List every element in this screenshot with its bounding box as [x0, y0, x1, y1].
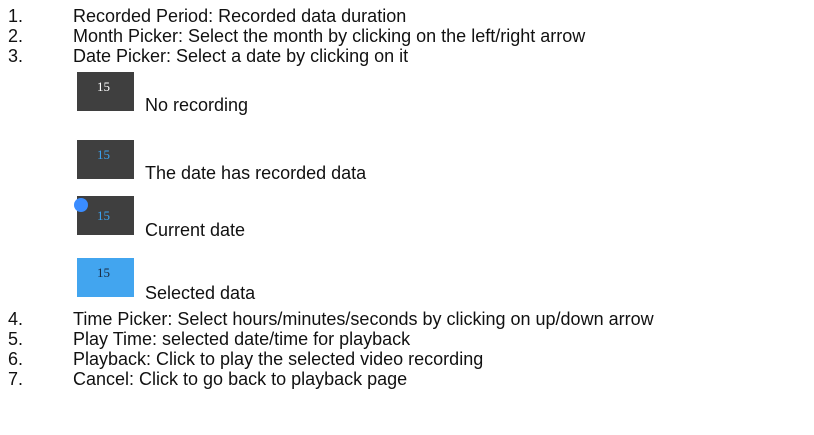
legend-label-selected: Selected data	[145, 283, 256, 303]
list-number: 2.	[8, 26, 24, 46]
list-item-date-picker: Date Picker: Select a date by clicking o…	[73, 46, 409, 66]
list-number: 7.	[8, 369, 24, 389]
list-number: 3.	[8, 46, 24, 66]
legend-label-no-recording: No recording	[145, 95, 249, 115]
date-tile-has-recording: 15	[77, 140, 134, 179]
tile-date-number: 15	[97, 265, 110, 280]
list-item-recorded-period: Recorded Period: Recorded data duration	[73, 6, 407, 26]
date-tile-selected: 15	[77, 258, 134, 297]
list-item-play-time: Play Time: selected date/time for playba…	[73, 329, 411, 349]
list-item-time-picker: Time Picker: Select hours/minutes/second…	[73, 309, 654, 329]
legend-label-has-recording: The date has recorded data	[145, 163, 367, 183]
list-number: 6.	[8, 349, 24, 369]
list-item-month-picker: Month Picker: Select the month by clicki…	[73, 26, 586, 46]
current-date-dot-icon	[74, 198, 88, 212]
tile-date-number: 15	[97, 79, 110, 94]
tile-date-number: 15	[97, 147, 110, 162]
tile-date-number: 15	[97, 208, 110, 223]
legend-label-current-date: Current date	[145, 220, 246, 240]
list-number: 1.	[8, 6, 24, 26]
date-tile-current-date: 15	[74, 196, 134, 235]
date-tile-no-recording: 15	[77, 72, 134, 111]
list-number: 5.	[8, 329, 24, 349]
list-item-cancel: Cancel: Click to go back to playback pag…	[73, 369, 408, 389]
list-number: 4.	[8, 309, 24, 329]
list-item-playback: Playback: Click to play the selected vid…	[73, 349, 484, 369]
